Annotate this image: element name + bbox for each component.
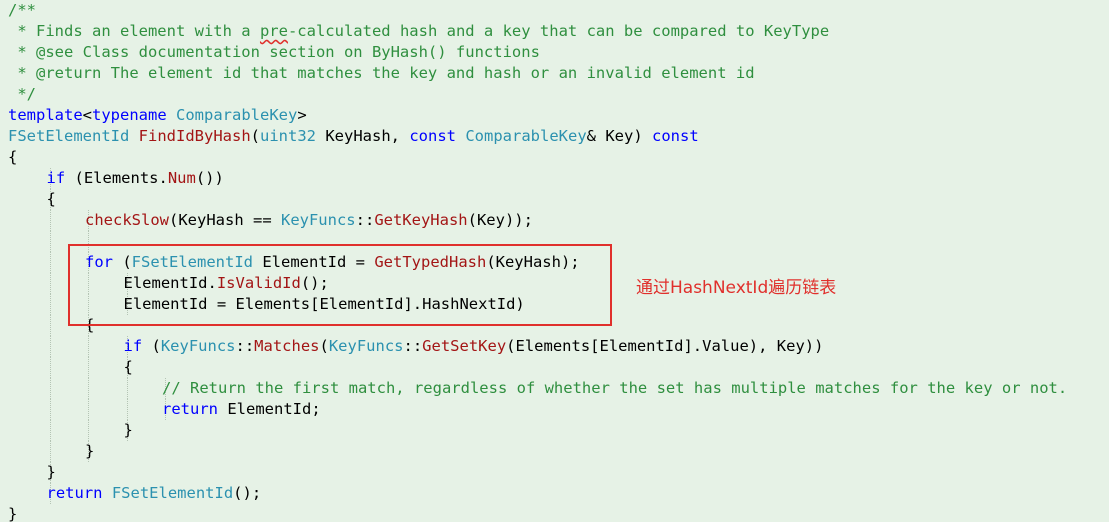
code-token: // Return the first match, regardless of… <box>162 379 1068 397</box>
code-token: FindIdByHash <box>138 127 251 145</box>
indent-guide <box>49 294 51 315</box>
code-token: template <box>8 106 83 124</box>
code-token: > <box>297 106 307 124</box>
code-token: } <box>85 442 95 460</box>
code-token: Num <box>167 169 196 187</box>
code-line-content: { <box>8 147 17 168</box>
code-token: if <box>46 169 66 187</box>
code-token: { <box>8 148 18 166</box>
code-token: pre <box>259 22 288 40</box>
code-line-content: template<typename ComparableKey> <box>8 105 307 126</box>
code-line-content: checkSlow(KeyHash == KeyFuncs::GetKeyHas… <box>85 210 533 231</box>
code-token: -calculated hash and a key that can be c… <box>287 22 830 40</box>
indent-guide <box>88 378 89 399</box>
code-token: typename <box>92 106 167 124</box>
code-token: /** <box>8 1 36 19</box>
code-token: (); <box>233 484 262 502</box>
annotation-label: 通过HashNextId遍历链表 <box>636 278 837 298</box>
code-token: } <box>46 463 56 481</box>
code-token: ComparableKey <box>176 106 298 124</box>
code-token: GetKeyHash <box>374 211 468 229</box>
code-token: * Finds an element with a <box>8 22 260 40</box>
code-token: ()) <box>195 169 224 187</box>
code-token: ( <box>319 337 329 355</box>
code-line-content: { <box>47 189 56 210</box>
indent-guide <box>49 399 51 420</box>
code-line-content: if (Elements.Num()) <box>47 168 224 189</box>
indent-guide <box>49 252 51 273</box>
code-token: FSetElementId <box>111 484 234 502</box>
indent-guide <box>88 336 89 357</box>
code-token: ( <box>142 337 161 355</box>
code-token: :: <box>403 337 423 355</box>
code-token: * @return The element id that matches th… <box>8 64 755 82</box>
code-token: :: <box>235 337 255 355</box>
code-line-content: // Return the first match, regardless of… <box>162 378 1067 399</box>
code-line-content: } <box>47 462 56 483</box>
code-token: return <box>162 400 218 418</box>
code-token: ElementId; <box>218 400 321 418</box>
code-token: (Elements[ElementId].Value), Key)) <box>506 337 824 355</box>
code-token: const <box>409 127 456 145</box>
code-token: KeyFuncs <box>328 337 404 355</box>
code-token: if <box>123 337 143 355</box>
indent-guide <box>126 399 128 420</box>
code-token: :: <box>355 211 375 229</box>
code-token: FSetElementId <box>8 127 130 145</box>
code-token: ( <box>250 127 260 145</box>
indent-guide <box>88 420 89 441</box>
indent-guide <box>49 357 51 378</box>
code-line-content: * @return The element id that matches th… <box>8 63 755 84</box>
code-token: } <box>123 421 133 439</box>
code-token: GetSetKey <box>422 337 507 355</box>
code-line-content: /** <box>8 0 36 21</box>
indent-guide <box>49 420 51 441</box>
code-line-content: * Finds an element with a pre-calculated… <box>8 21 829 42</box>
code-line-content: } <box>85 441 94 462</box>
code-token: * @see Class documentation section on By… <box>8 43 540 61</box>
code-token: ComparableKey <box>465 127 587 145</box>
indent-guide <box>88 399 89 420</box>
code-line-content: return FSetElementId(); <box>47 483 262 504</box>
code-line-content: * @see Class documentation section on By… <box>8 42 540 63</box>
indent-guide <box>88 357 89 378</box>
code-token: KeyHash, <box>316 127 410 145</box>
code-token: (Elements. <box>65 169 168 187</box>
code-token: Matches <box>254 337 320 355</box>
code-line-content: } <box>124 420 133 441</box>
code-token: const <box>652 127 699 145</box>
code-token: */ <box>8 85 36 103</box>
indent-guide <box>49 441 51 462</box>
code-line-content: { <box>124 357 133 378</box>
code-line-content: } <box>8 504 17 522</box>
code-token: (KeyHash == <box>169 211 281 229</box>
indent-guide <box>49 315 51 336</box>
code-token: { <box>46 190 56 208</box>
indent-guide <box>49 336 51 357</box>
code-line-content: if (KeyFuncs::Matches(KeyFuncs::GetSetKe… <box>124 336 824 357</box>
code-line-content: return ElementId; <box>162 399 321 420</box>
highlight-box <box>68 244 612 326</box>
indent-guide <box>49 231 51 252</box>
code-line-content: FSetElementId FindIdByHash(uint32 KeyHas… <box>8 126 699 147</box>
indent-guide <box>49 378 51 399</box>
code-token: (Key)); <box>467 211 533 229</box>
indent-guide <box>126 378 128 399</box>
code-token: return <box>46 484 103 502</box>
indent-guide <box>49 273 51 294</box>
code-token: } <box>8 505 18 522</box>
code-token: < <box>82 106 92 124</box>
indent-guide <box>49 210 51 231</box>
code-token: checkSlow <box>85 211 169 229</box>
code-token: uint32 <box>260 127 316 145</box>
code-token: { <box>123 358 133 376</box>
code-token: KeyFuncs <box>160 337 236 355</box>
code-line-content: */ <box>8 84 36 105</box>
code-token: & Key) <box>586 127 652 145</box>
code-token: KeyFuncs <box>280 211 356 229</box>
